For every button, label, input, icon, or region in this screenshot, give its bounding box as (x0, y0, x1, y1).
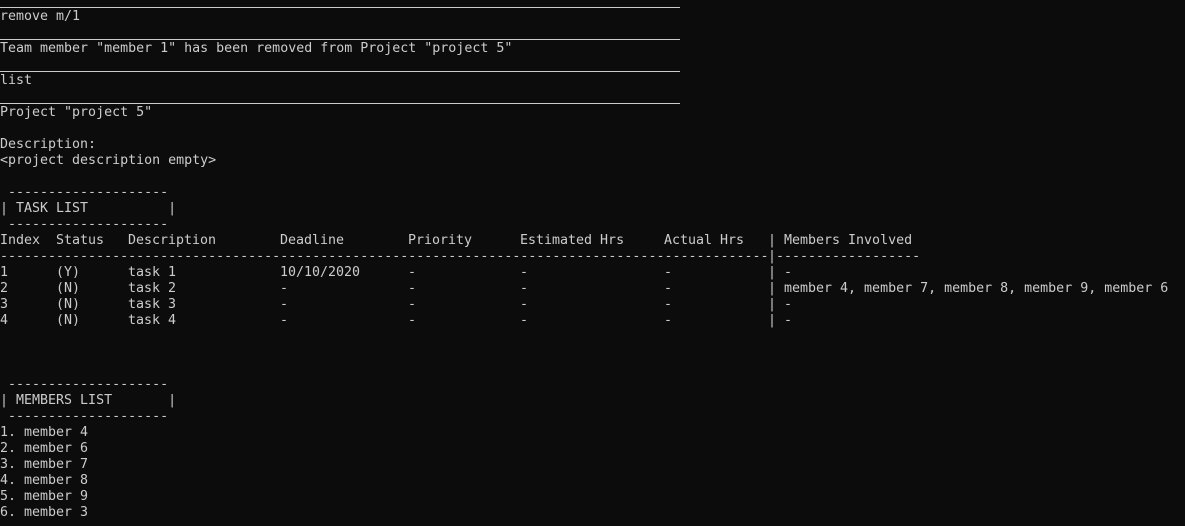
header-description: Description (128, 233, 217, 248)
cell-actual-hrs: - (664, 297, 673, 312)
table-row: 1 (Y) task 1 10/10/2020 - - - | - (0, 265, 1185, 281)
cell-description: task 2 (128, 281, 177, 296)
cell-members: member 4, member 7, member 8, member 9, … (784, 281, 1169, 296)
members-list-heading: | MEMBERS LIST | (0, 393, 177, 408)
cell-actual-hrs: - (664, 313, 673, 328)
table-row: 2 (N) task 2 - - - - | member 4, member … (0, 281, 1185, 297)
cell-deadline: 10/10/2020 (280, 265, 361, 280)
member-entry: 6. member 3 (0, 505, 89, 520)
task-list-box-bottom: -------------------- (0, 217, 1185, 233)
cell-description: task 4 (128, 313, 177, 328)
header-status: Status (56, 233, 105, 248)
cell-separator: | (768, 281, 777, 296)
cell-status: (N) (56, 297, 81, 312)
cell-index: 2 (0, 281, 9, 296)
cell-estimated-hrs: - (520, 281, 529, 296)
members-list-box-bottom: -------------------- (0, 409, 1185, 425)
cell-priority: - (408, 281, 417, 296)
header-actual-hrs: Actual Hrs (664, 233, 745, 248)
divider-left: ----------------------------------------… (0, 249, 769, 264)
members-list-box-title: | MEMBERS LIST | (0, 393, 1185, 409)
terminal-window[interactable]: remove m/1 Team member "member 1" has be… (0, 0, 1185, 526)
project-title: Project "project 5" (0, 105, 153, 120)
echo-command-line: remove m/1 (0, 9, 1185, 25)
echo-command-text: list (0, 73, 33, 88)
cell-estimated-hrs: - (520, 313, 529, 328)
separator-rule (0, 103, 680, 104)
divider-right: ------------------ (776, 249, 921, 264)
task-list-box-top: -------------------- (0, 185, 1185, 201)
task-table-divider: ----------------------------------------… (0, 249, 1185, 265)
cell-separator: | (768, 313, 777, 328)
header-index: Index (0, 233, 41, 248)
cell-members: - (784, 265, 793, 280)
list-item: 3. member 7 (0, 457, 1185, 473)
cell-members: - (784, 297, 793, 312)
divider-mid: | (768, 249, 777, 264)
description-value: <project description empty> (0, 153, 217, 168)
cell-index: 4 (0, 313, 9, 328)
cell-description: task 3 (128, 297, 177, 312)
cell-status: (Y) (56, 265, 81, 280)
cell-members: - (784, 313, 793, 328)
header-deadline: Deadline (280, 233, 345, 248)
list-item: 5. member 9 (0, 489, 1185, 505)
list-item: 2. member 6 (0, 441, 1185, 457)
list-item: 6. member 3 (0, 505, 1185, 521)
cell-priority: - (408, 313, 417, 328)
cell-separator: | (768, 265, 777, 280)
cell-actual-hrs: - (664, 265, 673, 280)
cell-deadline: - (280, 313, 289, 328)
header-separator: | (768, 233, 777, 248)
member-entry: 1. member 4 (0, 425, 89, 440)
separator-rule (0, 39, 680, 40)
table-row: 3 (N) task 3 - - - - | - (0, 297, 1185, 313)
cell-deadline: - (280, 281, 289, 296)
cell-status: (N) (56, 281, 81, 296)
response-line: Team member "member 1" has been removed … (0, 41, 1185, 57)
cell-actual-hrs: - (664, 281, 673, 296)
member-entry: 4. member 8 (0, 473, 89, 488)
box-border: -------------------- (0, 217, 169, 232)
cell-estimated-hrs: - (520, 297, 529, 312)
header-members-involved: Members Involved (784, 233, 913, 248)
member-entry: 5. member 9 (0, 489, 89, 504)
box-border: -------------------- (0, 185, 169, 200)
cell-separator: | (768, 297, 777, 312)
table-row: 4 (N) task 4 - - - - | - (0, 313, 1185, 329)
echo-command-text: remove m/1 (0, 9, 81, 24)
box-border: -------------------- (0, 409, 169, 424)
header-estimated-hrs: Estimated Hrs (520, 233, 625, 248)
response-text: Team member "member 1" has been removed … (0, 41, 513, 56)
cell-priority: - (408, 265, 417, 280)
cell-index: 1 (0, 265, 9, 280)
separator-rule (0, 71, 680, 72)
cell-description: task 1 (128, 265, 177, 280)
task-table-header: Index Status Description Deadline Priori… (0, 233, 1185, 249)
list-item: 1. member 4 (0, 425, 1185, 441)
box-border: -------------------- (0, 377, 169, 392)
cell-index: 3 (0, 297, 9, 312)
cell-deadline: - (280, 297, 289, 312)
echo-command-line: list (0, 73, 1185, 89)
project-title-line: Project "project 5" (0, 105, 1185, 121)
members-list-box-top: -------------------- (0, 377, 1185, 393)
list-item: 4. member 8 (0, 473, 1185, 489)
separator-rule (0, 7, 680, 8)
description-label: Description: (0, 137, 97, 152)
cell-status: (N) (56, 313, 81, 328)
header-priority: Priority (408, 233, 473, 248)
member-entry: 3. member 7 (0, 457, 89, 472)
cell-estimated-hrs: - (520, 265, 529, 280)
cell-priority: - (408, 297, 417, 312)
description-value-line: <project description empty> (0, 153, 1185, 169)
task-list-heading: | TASK LIST | (0, 201, 177, 216)
member-entry: 2. member 6 (0, 441, 89, 456)
description-label-line: Description: (0, 137, 1185, 153)
task-list-box-title: | TASK LIST | (0, 201, 1185, 217)
